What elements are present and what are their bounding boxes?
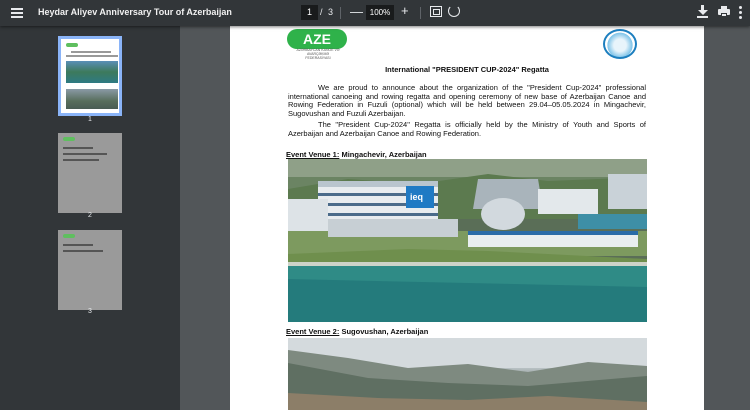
zoom-out-button[interactable]: — [350, 4, 363, 19]
document-viewer[interactable]: AZE AZƏRBAYCAN KANOE VƏ AVARÇƏKMƏ FEDERA… [180, 26, 750, 410]
intro-paragraph: We are proud to announce about the organ… [288, 83, 646, 118]
thumbnail-label: 1 [88, 116, 92, 123]
venue-2-label: Event Venue 2: Sugovushan, Azerbaijan [286, 327, 428, 336]
venue-2-name: Sugovushan, Azerbaijan [341, 327, 429, 336]
pdf-page: AZE AZƏRBAYCAN KANOE VƏ AVARÇƏKMƏ FEDERA… [230, 26, 704, 410]
thumb-logo [63, 137, 75, 141]
thumbnail-label: 3 [88, 308, 92, 315]
page-total: 3 [328, 7, 334, 17]
organizer-text: The "President Cup-2024" Regatta is offi… [288, 120, 646, 138]
fit-page-icon[interactable] [430, 6, 442, 17]
page-thumbnail-3[interactable] [58, 230, 122, 310]
thumb-text [71, 51, 111, 53]
venue-1-caption: Event Venue 1: [286, 150, 340, 159]
photo-sign-text: ieq [410, 192, 423, 202]
intro-text: We are proud to announce about the organ… [288, 83, 646, 118]
mingachevir-image: ieq [288, 159, 647, 322]
venue-2-caption: Event Venue 2: [286, 327, 340, 336]
document-title: Heydar Aliyev Anniversary Tour of Azerba… [38, 7, 232, 17]
page-number-input[interactable]: 1 [301, 5, 318, 20]
zoom-input[interactable]: 100% [366, 5, 394, 20]
thumb-text [63, 153, 107, 155]
thumb-logo [66, 43, 78, 47]
sugovushan-photo [288, 338, 647, 410]
venue-1-label: Event Venue 1: Mingachevir, Azerbaijan [286, 150, 427, 159]
rotate-icon[interactable] [448, 5, 460, 17]
venue-1-name: Mingachevir, Azerbaijan [341, 150, 427, 159]
page-thumbnail-1[interactable] [58, 36, 122, 116]
sugovushan-image [288, 338, 647, 410]
thumbnail-sidebar: 1 2 3 [0, 26, 180, 410]
thumb-text [66, 55, 118, 57]
print-icon[interactable] [718, 6, 730, 18]
thumb-text [63, 159, 99, 161]
toolbar-divider [340, 7, 341, 19]
thumb-photo [66, 89, 118, 109]
pdf-toolbar: Heydar Aliyev Anniversary Tour of Azerba… [0, 0, 750, 26]
download-icon[interactable] [697, 5, 709, 19]
thumbnail-label: 2 [88, 212, 92, 219]
thumb-text [63, 147, 93, 149]
page-separator: / [320, 7, 323, 17]
toolbar-divider [420, 7, 421, 19]
more-icon[interactable] [739, 6, 743, 20]
thumb-logo [63, 234, 75, 238]
thumb-text [63, 244, 93, 246]
zoom-in-button[interactable]: + [401, 3, 409, 18]
document-heading: International "PRESIDENT CUP-2024" Regat… [385, 65, 549, 74]
aze-logo-subtitle: AZƏRBAYCAN KANOE VƏ AVARÇƏKMƏ FEDERASİYA… [296, 48, 340, 60]
menu-icon[interactable] [10, 6, 24, 20]
thumb-photo [66, 61, 118, 83]
federation-emblem-icon [603, 29, 637, 59]
mingachevir-photo: ieq [288, 159, 647, 322]
page-thumbnail-2[interactable] [58, 133, 122, 213]
aze-logo: AZE [287, 29, 347, 49]
organizer-paragraph: The "President Cup-2024" Regatta is offi… [288, 120, 646, 138]
thumb-text [63, 250, 103, 252]
